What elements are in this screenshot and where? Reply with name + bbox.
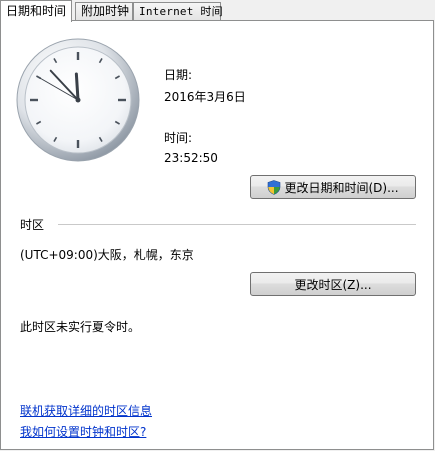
online-timezone-info-link[interactable]: 联机获取详细的时区信息	[20, 402, 152, 419]
timezone-separator	[58, 224, 416, 225]
time-label: 时间:	[164, 131, 193, 145]
date-label: 日期:	[164, 68, 193, 82]
timezone-section-title: 时区	[20, 218, 45, 232]
date-value: 2016年3月6日	[164, 90, 246, 104]
clock-center-pin	[75, 97, 81, 103]
change-timezone-label: 更改时区(Z)...	[294, 277, 372, 292]
change-date-time-button[interactable]: 更改日期和时间(D)...	[250, 175, 416, 199]
analog-clock	[16, 38, 140, 162]
time-value: 23:52:50	[164, 151, 218, 165]
dst-note: 此时区未实行夏令时。	[20, 320, 141, 334]
tab-internet-time[interactable]: Internet 时间	[133, 2, 223, 21]
change-timezone-button[interactable]: 更改时区(Z)...	[250, 272, 416, 296]
tab-strip: 日期和时间 附加时钟 Internet 时间	[0, 0, 435, 22]
clock-hour-hand	[74, 72, 80, 102]
timezone-value: (UTC+09:00)大阪，札幌，东京	[20, 248, 194, 262]
how-to-set-clock-link[interactable]: 我如何设置时钟和时区?	[20, 423, 146, 440]
tab-additional-clocks[interactable]: 附加时钟	[75, 2, 133, 21]
uac-shield-icon	[268, 179, 281, 195]
change-date-time-label: 更改日期和时间(D)...	[284, 180, 399, 195]
tab-date-time[interactable]: 日期和时间	[0, 0, 73, 22]
